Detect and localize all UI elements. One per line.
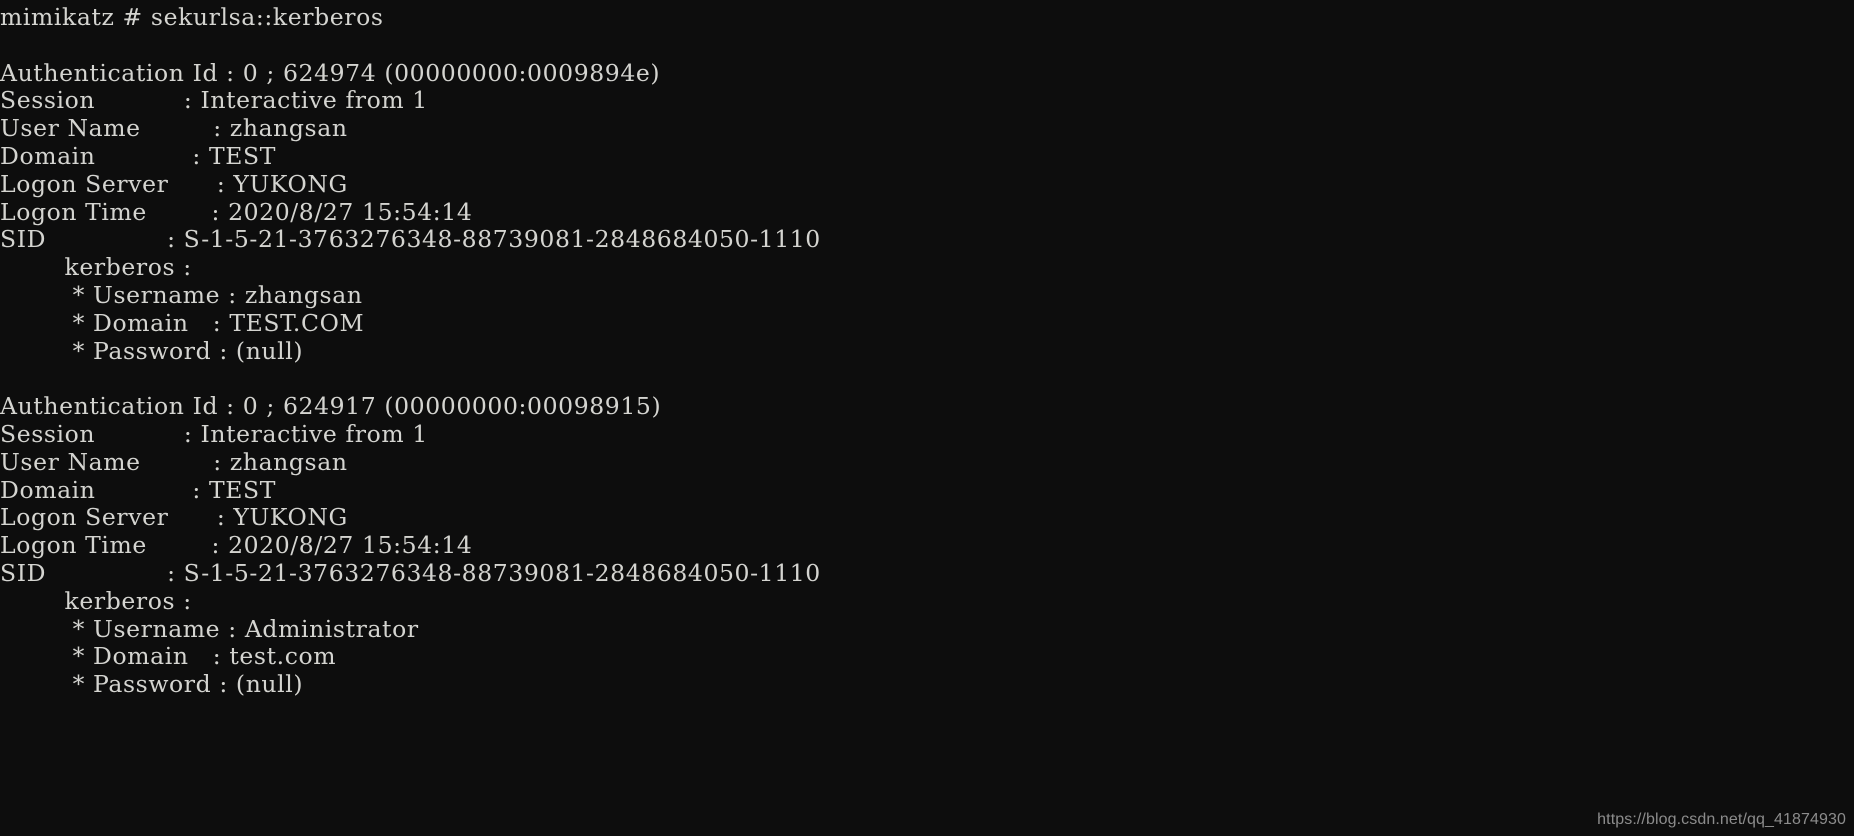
terminal-line: * Domain : TEST.COM [0, 308, 365, 337]
terminal-line: * Password : (null) [0, 336, 304, 365]
terminal-line: mimikatz # sekurlsa::kerberos [0, 3, 384, 31]
terminal-output: mimikatz # sekurlsa::kerberos Authentica… [0, 3, 1854, 699]
terminal-line: SID : S-1-5-21-3763276348-88739081-28486… [0, 558, 821, 587]
terminal-line: * Password : (null) [0, 670, 304, 699]
terminal-window[interactable]: mimikatz # sekurlsa::kerberos Authentica… [0, 0, 1854, 836]
terminal-line: SID : S-1-5-21-3763276348-88739081-28486… [0, 225, 821, 254]
terminal-line: User Name : zhangsan [0, 447, 348, 476]
terminal-line: Authentication Id : 0 ; 624974 (00000000… [0, 58, 661, 87]
terminal-line: Session : Interactive from 1 [0, 86, 428, 115]
terminal-line: Logon Server : YUKONG [0, 169, 348, 198]
terminal-line: Domain : TEST [0, 141, 276, 170]
terminal-line: Authentication Id : 0 ; 624917 (00000000… [0, 392, 662, 421]
terminal-line: Logon Time : 2020/8/27 15:54:14 [0, 531, 473, 560]
terminal-line: * Domain : test.com [0, 642, 337, 671]
terminal-line: Session : Interactive from 1 [0, 419, 428, 448]
terminal-line: kerberos : [0, 586, 192, 615]
terminal-line: kerberos : [0, 253, 192, 282]
terminal-line: * Username : Administrator [0, 614, 419, 643]
terminal-line: Domain : TEST [0, 475, 276, 504]
terminal-line: * Username : zhangsan [0, 280, 363, 309]
terminal-line: Logon Time : 2020/8/27 15:54:14 [0, 197, 473, 226]
terminal-line: User Name : zhangsan [0, 114, 348, 143]
terminal-line: Logon Server : YUKONG [0, 503, 348, 532]
watermark-url: https://blog.csdn.net/qq_41874930 [1597, 811, 1846, 828]
